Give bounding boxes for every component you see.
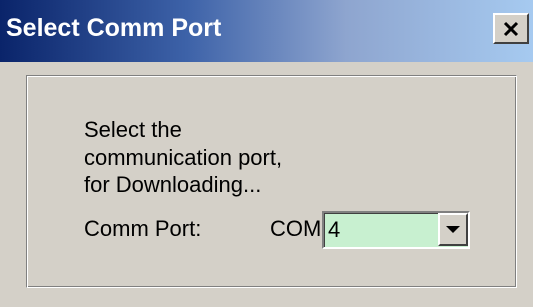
title-bar[interactable]: Select Comm Port <box>0 0 533 62</box>
instruction-line-2: communication port, <box>84 145 283 170</box>
chevron-down-icon <box>446 225 460 233</box>
select-comm-port-dialog: Select Comm Port Select the communicatio… <box>0 0 533 307</box>
comm-port-select[interactable]: 4 <box>322 211 470 249</box>
close-button[interactable] <box>493 13 529 44</box>
comm-port-value[interactable]: 4 <box>328 217 340 243</box>
comm-port-label: Comm Port: <box>84 216 202 241</box>
instruction-line-3: for Downloading... <box>84 172 262 197</box>
close-icon <box>503 21 519 36</box>
dropdown-button[interactable] <box>438 213 468 246</box>
window-title: Select Comm Port <box>6 14 222 42</box>
com-prefix-label: COM <box>270 216 322 241</box>
instruction-line-1: Select the <box>84 117 182 142</box>
